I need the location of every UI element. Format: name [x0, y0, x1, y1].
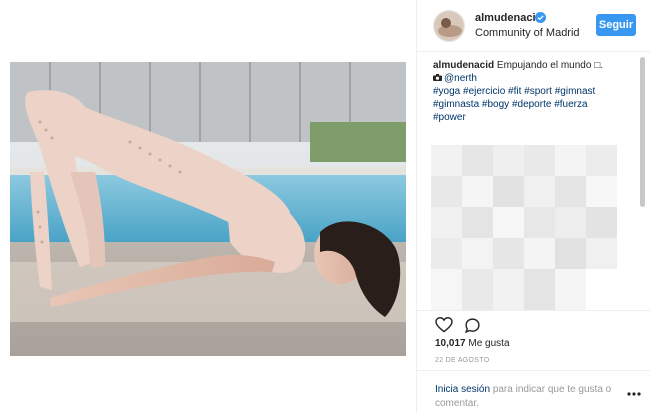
likes-label: Me gusta — [468, 338, 510, 349]
hashtags-line-1[interactable]: #yoga #ejercicio #fit #sport #gimnast — [433, 86, 595, 97]
caption-emoji: □. — [594, 60, 604, 71]
post-photo[interactable] — [10, 62, 406, 356]
post-username[interactable]: almudenacid — [475, 12, 542, 24]
camera-icon — [433, 74, 442, 81]
hashtags-line-3[interactable]: #power — [433, 112, 466, 123]
login-prompt: Inicia sesión para indicar que te gusta … — [435, 383, 620, 411]
caption-text: Empujando el mundo — [496, 60, 592, 71]
likes-number: 10,017 — [435, 338, 466, 349]
likes-count[interactable]: 10,017 Me gusta — [435, 338, 510, 349]
caption-username[interactable]: almudenacid — [433, 60, 494, 71]
hashtags-line-2[interactable]: #gimnasta #bogy #deporte #fuerza — [433, 99, 588, 110]
photo-credit-link[interactable]: @nerth — [444, 73, 477, 84]
photo-illustration — [10, 62, 406, 356]
post-caption: almudenacid Empujando el mundo □. @nerth… — [433, 59, 643, 124]
avatar[interactable] — [433, 10, 465, 42]
post-sidebar: almudenacid Community of Madrid Seguir a… — [416, 0, 650, 413]
heart-icon[interactable] — [435, 317, 453, 333]
comments-scrollbar[interactable] — [639, 52, 645, 302]
login-link[interactable]: Inicia sesión — [435, 384, 490, 395]
instagram-post: almudenacid Community of Madrid Seguir a… — [0, 0, 650, 413]
comment-icon[interactable] — [464, 317, 481, 334]
photo-area — [0, 0, 416, 413]
post-location[interactable]: Community of Madrid — [475, 27, 580, 39]
post-date[interactable]: 22 DE AGOSTO — [435, 357, 489, 364]
more-options-icon[interactable] — [627, 392, 641, 396]
pixelated-comments — [431, 145, 617, 310]
follow-button[interactable]: Seguir — [596, 14, 636, 36]
scrollbar-thumb[interactable] — [640, 57, 645, 207]
verified-badge-icon — [535, 12, 546, 23]
